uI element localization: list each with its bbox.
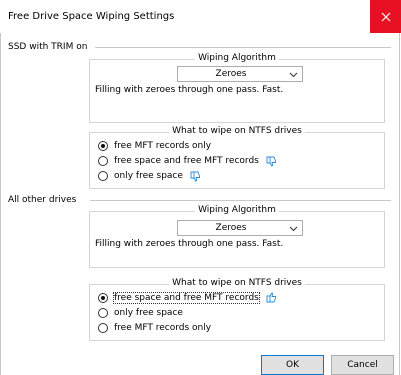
section-label-other: All other drives	[8, 195, 81, 205]
radio-label: only free space	[114, 171, 183, 181]
section-label-ssd: SSD with TRIM on	[8, 42, 92, 52]
thumbs-up-icon	[266, 292, 276, 303]
radio-label: free MFT records only	[114, 323, 212, 333]
radio-button[interactable]	[98, 293, 108, 303]
ntfs-group-ssd: What to wipe on NTFS drives free MFT rec…	[89, 126, 385, 189]
ntfs-group-other: What to wipe on NTFS drives free space a…	[89, 278, 385, 341]
section-divider	[90, 200, 391, 201]
radio-option[interactable]: only free space	[98, 169, 201, 183]
algorithm-description: Filling with zeroes through one pass. Fa…	[95, 239, 284, 249]
title-bar: Free Drive Space Wiping Settings	[0, 0, 401, 33]
radio-option[interactable]: only free space	[98, 306, 183, 320]
algorithm-select-value: Zeroes	[215, 223, 247, 233]
thumbs-down-icon	[190, 171, 200, 182]
section-divider	[95, 47, 391, 48]
group-legend: What to wipe on NTFS drives	[90, 126, 384, 136]
group-legend: Wiping Algorithm	[90, 53, 384, 63]
algorithm-select-ssd[interactable]: Zeroes	[177, 66, 303, 82]
group-legend: What to wipe on NTFS drives	[90, 278, 384, 288]
window-title: Free Drive Space Wiping Settings	[8, 11, 175, 22]
radio-button[interactable]	[98, 323, 108, 333]
cancel-button[interactable]: Cancel	[331, 355, 394, 375]
wiping-algorithm-group-ssd: Wiping Algorithm Zeroes Filling with zer…	[89, 53, 385, 123]
radio-option[interactable]: free MFT records only	[98, 139, 211, 153]
chevron-down-icon	[289, 72, 298, 78]
close-icon	[381, 12, 390, 21]
algorithm-select-other[interactable]: Zeroes	[177, 220, 303, 236]
radio-label: only free space	[114, 308, 183, 318]
chevron-down-icon	[289, 226, 298, 232]
radio-button[interactable]	[98, 141, 108, 151]
radio-button[interactable]	[98, 171, 108, 181]
wiping-algorithm-group-other: Wiping Algorithm Zeroes Filling with zer…	[89, 205, 385, 268]
algorithm-select-value: Zeroes	[215, 69, 247, 79]
ok-button[interactable]: OK	[261, 355, 324, 375]
thumbs-down-icon	[266, 156, 276, 167]
algorithm-description: Filling with zeroes through one pass. Fa…	[95, 85, 284, 95]
close-button[interactable]	[370, 0, 401, 33]
group-legend: Wiping Algorithm	[90, 205, 384, 215]
radio-label: free space and free MFT records	[113, 292, 260, 304]
radio-button[interactable]	[98, 308, 108, 318]
radio-option[interactable]: free space and free MFT records	[98, 154, 277, 168]
radio-option[interactable]: free MFT records only	[98, 321, 211, 335]
radio-label: free MFT records only	[114, 141, 212, 151]
radio-button[interactable]	[98, 156, 108, 166]
radio-label: free space and free MFT records	[114, 156, 259, 166]
radio-option[interactable]: free space and free MFT records	[98, 291, 277, 305]
